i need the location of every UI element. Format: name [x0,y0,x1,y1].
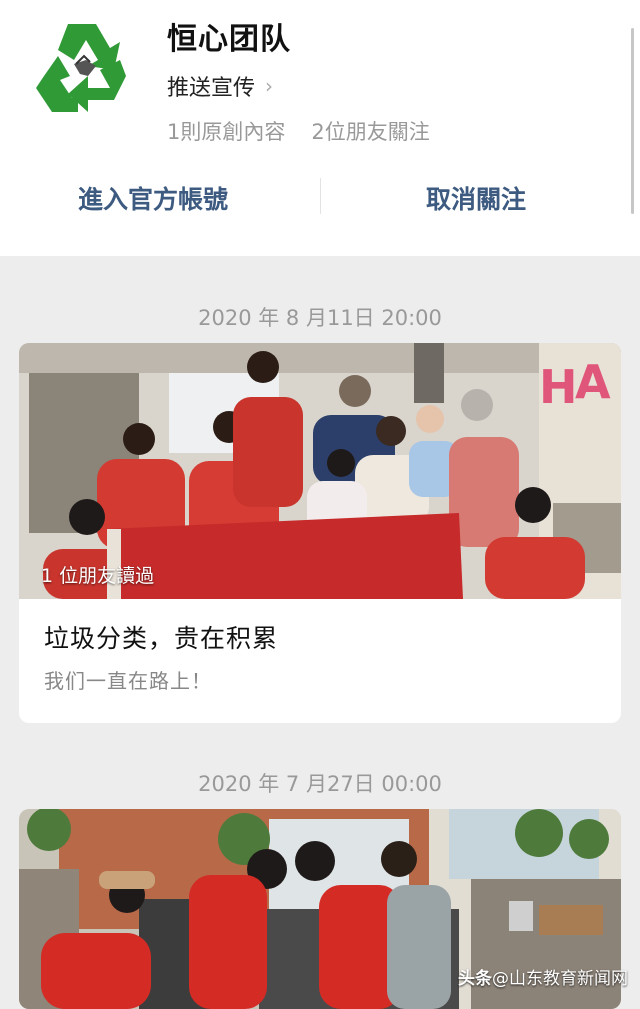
post-date: 2020 年 8 月11日 20:00 [198,306,442,330]
friends-read-badge: 1 位朋友讀過 [41,565,155,587]
watermark: 头条@山东教育新闻网 [458,964,628,989]
account-header: 恒心团队 推送宣传 › 1則原創內容 2位朋友關注 進入官方帳號 取消關注 [0,0,640,256]
watermark-handle: @山东教育新闻网 [492,969,628,989]
scrollbar[interactable] [631,28,634,214]
article-cover-image: H A 1 位朋友讀過 [19,343,621,599]
article-digest: 我们一直在路上！ [44,669,212,693]
post-date: 2020 年 7 月27日 00:00 [198,772,442,796]
account-stats: 1則原創內容 2位朋友關注 [167,116,430,146]
original-count: 1則原創內容 [167,120,286,144]
push-link-label: 推送宣传 [167,76,256,101]
svg-text:H: H [539,360,578,414]
unfollow-button[interactable]: 取消關注 [426,180,526,216]
friends-following: 2位朋友關注 [311,120,430,144]
action-divider [320,178,321,214]
chevron-right-icon: › [265,74,274,98]
watermark-brand: 头条 [458,969,492,989]
push-link[interactable]: 推送宣传 › [167,70,273,102]
article-card[interactable]: H A 1 位朋友讀過 垃圾分类，贵在积累 我们一直在路上！ [19,343,621,723]
svg-text:A: A [575,355,611,409]
enter-official-account-button[interactable]: 進入官方帳號 [78,180,228,216]
article-title[interactable]: 垃圾分类，贵在积累 [44,619,278,655]
recycle-icon[interactable] [30,14,140,124]
account-name: 恒心团队 [167,22,291,57]
